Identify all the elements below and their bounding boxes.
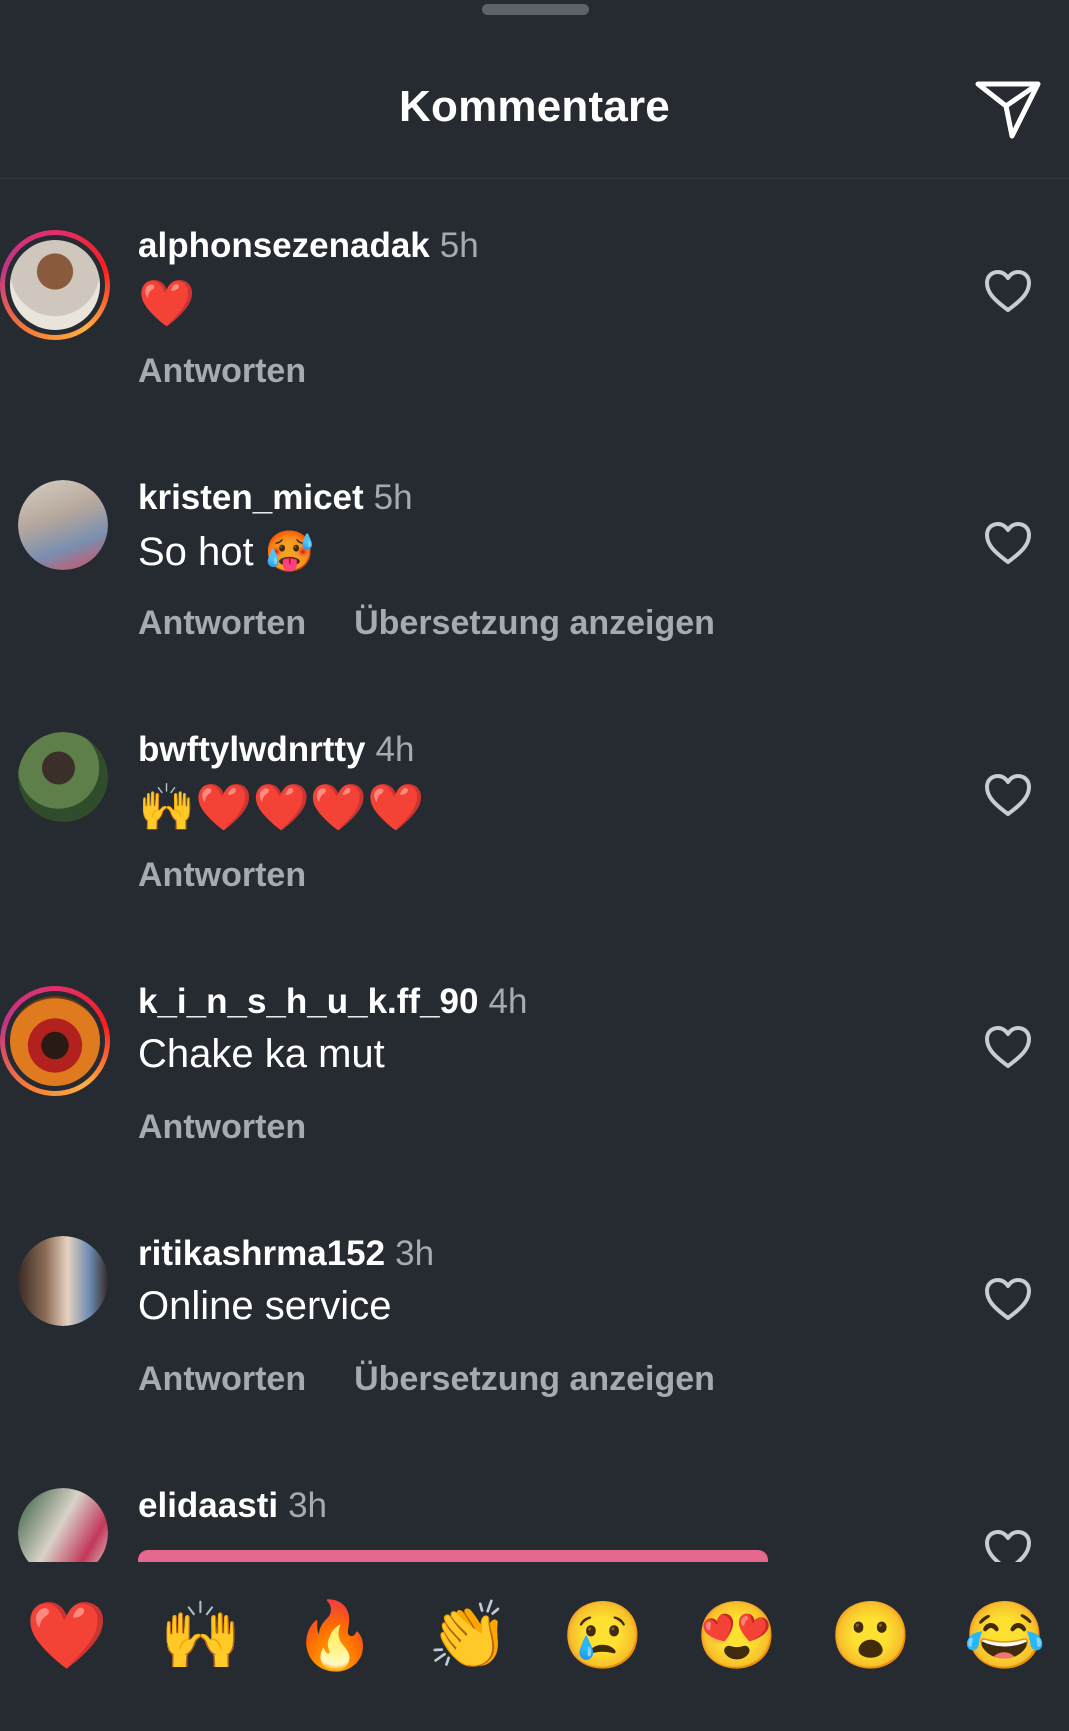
reply-button[interactable]: Antworten xyxy=(138,1108,306,1146)
timestamp: 4h xyxy=(375,730,415,769)
timestamp: 3h xyxy=(395,1234,435,1273)
comment-text: So hot 🥵 xyxy=(138,530,315,574)
comment-item: alphonsezenadak 5h ❤️ Antworten xyxy=(0,180,1069,432)
heart-outline-icon[interactable] xyxy=(983,1528,1033,1562)
comment-actions: Antworten Übersetzung anzeigen xyxy=(138,1360,715,1399)
comment-actions: Antworten xyxy=(138,856,354,895)
avatar[interactable] xyxy=(18,732,108,822)
username[interactable]: kristen_micet xyxy=(138,478,364,517)
comment-item: ritikashrma152 3h Online service Antworte… xyxy=(0,1188,1069,1440)
reaction-clap[interactable]: 👏 xyxy=(419,1602,519,1668)
reply-button[interactable]: Antworten xyxy=(138,856,306,894)
reaction-heart-eyes[interactable]: 😍 xyxy=(687,1602,787,1668)
reaction-bar: ❤️ 🙌 🔥 👏 😢 😍 😮 😂 xyxy=(0,1562,1069,1731)
comment-actions: Antworten xyxy=(138,352,354,391)
comment-actions: Antworten xyxy=(138,1108,354,1147)
comment-text: Online service xyxy=(138,1284,392,1328)
comments-header: Kommentare xyxy=(0,0,1069,179)
heart-outline-icon[interactable] xyxy=(983,772,1033,818)
comment-meta: ritikashrma152 3h xyxy=(138,1234,434,1274)
reply-button[interactable]: Antworten xyxy=(138,352,306,390)
comment-meta: k_i_n_s_h_u_k.ff_90 4h xyxy=(138,982,527,1022)
heart-outline-icon[interactable] xyxy=(983,268,1033,314)
comment-text: 🙌❤️❤️❤️❤️ xyxy=(138,781,425,833)
heart-outline-icon[interactable] xyxy=(983,1024,1033,1070)
username[interactable]: alphonsezenadak xyxy=(138,226,430,265)
reaction-fire[interactable]: 🔥 xyxy=(285,1602,385,1668)
reaction-raised-hands[interactable]: 🙌 xyxy=(151,1602,251,1668)
comment-item: elidaasti 3h xyxy=(0,1440,1069,1562)
timestamp: 4h xyxy=(488,982,528,1021)
timestamp: 5h xyxy=(373,478,413,517)
avatar[interactable] xyxy=(18,480,108,570)
username[interactable]: bwftylwdnrtty xyxy=(138,730,365,769)
username[interactable]: k_i_n_s_h_u_k.ff_90 xyxy=(138,982,478,1021)
reply-button[interactable]: Antworten xyxy=(138,604,306,642)
reaction-laughing[interactable]: 😂 xyxy=(955,1602,1055,1668)
show-translation-button[interactable]: Übersetzung anzeigen xyxy=(354,1360,715,1398)
reaction-crying[interactable]: 😢 xyxy=(553,1602,653,1668)
comment-meta: alphonsezenadak 5h xyxy=(138,226,479,266)
reaction-heart[interactable]: ❤️ xyxy=(17,1602,117,1668)
comment-meta: bwftylwdnrtty 4h xyxy=(138,730,414,770)
comment-text: ❤️ xyxy=(138,277,196,329)
avatar[interactable] xyxy=(0,986,110,1096)
page-title: Kommentare xyxy=(399,82,670,131)
heart-outline-icon[interactable] xyxy=(983,1276,1033,1322)
avatar[interactable] xyxy=(18,1488,108,1562)
comment-item: k_i_n_s_h_u_k.ff_90 4h Chake ka mut Antwo… xyxy=(0,936,1069,1188)
username[interactable]: elidaasti xyxy=(138,1486,278,1525)
show-translation-button[interactable]: Übersetzung anzeigen xyxy=(354,604,715,642)
timestamp: 3h xyxy=(288,1486,328,1525)
heart-outline-icon[interactable] xyxy=(983,520,1033,566)
comment-actions: Antworten Übersetzung anzeigen xyxy=(138,604,715,643)
reaction-surprised[interactable]: 😮 xyxy=(821,1602,921,1668)
comment-meta: kristen_micet 5h xyxy=(138,478,413,518)
comment-list[interactable]: alphonsezenadak 5h ❤️ Antworten kristen_m… xyxy=(0,180,1069,1562)
comment-item: kristen_micet 5h So hot 🥵 Antworten Überse… xyxy=(0,432,1069,684)
comment-meta: elidaasti 3h xyxy=(138,1486,327,1526)
username[interactable]: ritikashrma152 xyxy=(138,1234,385,1273)
comment-item: bwftylwdnrtty 4h 🙌❤️❤️❤️❤️ Antworten xyxy=(0,684,1069,936)
send-icon[interactable] xyxy=(974,78,1042,140)
avatar[interactable] xyxy=(0,230,110,340)
avatar[interactable] xyxy=(18,1236,108,1326)
reply-button[interactable]: Antworten xyxy=(138,1360,306,1398)
timestamp: 5h xyxy=(439,226,479,265)
comment-text: Chake ka mut xyxy=(138,1032,385,1076)
